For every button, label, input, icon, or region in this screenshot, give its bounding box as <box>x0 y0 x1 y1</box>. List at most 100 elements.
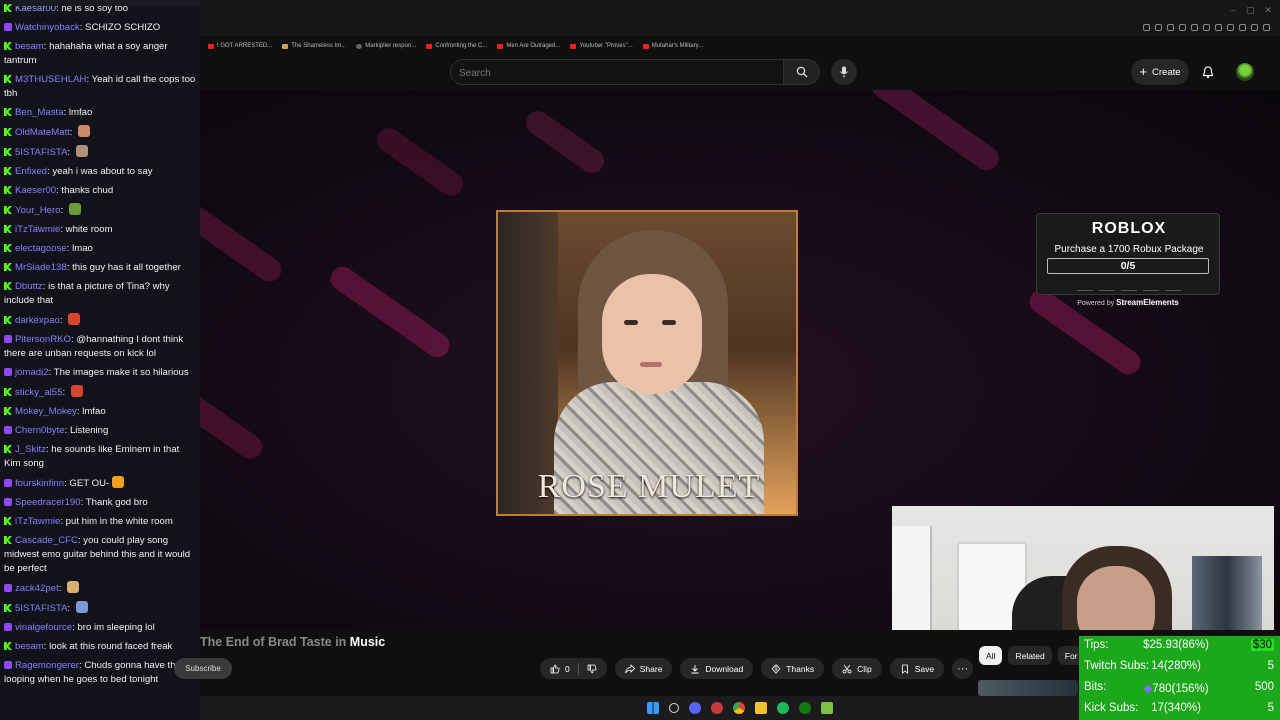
chat-username[interactable]: vinalgefource <box>15 622 72 633</box>
twitch-badge-icon <box>4 661 12 669</box>
chrome-icon[interactable] <box>733 702 745 714</box>
clip-button[interactable]: Clip <box>832 658 882 679</box>
thanks-button[interactable]: $ Thanks <box>761 658 825 679</box>
star-icon[interactable] <box>1215 24 1222 31</box>
account-avatar[interactable] <box>1236 63 1254 81</box>
app-green-icon[interactable] <box>821 702 833 714</box>
chat-username[interactable]: M3THUSEHLAH <box>15 74 86 85</box>
chip-related[interactable]: Related <box>1008 646 1052 665</box>
bookmark-item[interactable]: I GOT ARRESTED... <box>208 40 272 52</box>
video-player[interactable]: ROSE MULET ROBLOX Purchase a 1700 Robux … <box>200 90 1280 630</box>
chat-username[interactable]: Watchinyoback <box>15 22 80 33</box>
bell-icon <box>1202 65 1214 78</box>
bookmark-item[interactable]: Mutahar's Military... <box>642 40 703 52</box>
chat-username[interactable]: J_Skitz <box>15 444 46 455</box>
chat-username[interactable]: Ragemongerer <box>15 660 79 671</box>
chat-username[interactable]: besam <box>15 641 44 652</box>
chat-username[interactable]: Ben_Masta <box>15 107 64 118</box>
recommended-video-thumbnail[interactable] <box>978 680 1078 696</box>
chat-username[interactable]: iTzTawmie <box>15 516 60 527</box>
save-button[interactable]: Save <box>889 658 945 679</box>
chat-username[interactable]: OldMateMatt <box>15 127 70 138</box>
search-button[interactable] <box>784 59 820 85</box>
taskbar-search-icon[interactable] <box>669 703 679 713</box>
chat-username[interactable]: 5ISTAFISTA <box>15 147 67 158</box>
spotify-icon[interactable] <box>777 702 789 714</box>
notifications-button[interactable] <box>1199 63 1217 81</box>
more-options-button[interactable]: ··· <box>952 658 974 679</box>
puzzle-icon[interactable] <box>1239 24 1246 31</box>
share-button[interactable]: Share <box>614 658 673 679</box>
search-input[interactable] <box>459 64 759 82</box>
chat-username[interactable]: Mokey_Mokey <box>15 406 77 417</box>
menu-icon[interactable] <box>1263 24 1270 31</box>
chat-separator: : <box>69 127 76 138</box>
chat-username[interactable]: Enfixed <box>15 166 47 177</box>
chat-username[interactable]: iTzTawmie <box>15 224 60 235</box>
twitch-badge-icon <box>4 368 12 376</box>
zoom-icon[interactable] <box>1143 24 1150 31</box>
chat-username[interactable]: sticky_al55 <box>15 387 62 398</box>
kick-badge-icon <box>4 75 12 83</box>
app-red-icon[interactable] <box>711 702 723 714</box>
bookmark-item[interactable]: Markiplier respon... <box>356 40 416 52</box>
bookmark-item[interactable]: Youtuber "Proves"... <box>570 40 633 52</box>
chat-separator: : <box>62 387 68 398</box>
create-button[interactable]: + Create <box>1131 59 1189 85</box>
bookmark-item[interactable]: The Shameless Im... <box>282 40 346 52</box>
like-button[interactable]: 0 <box>540 658 607 679</box>
link-icon[interactable] <box>1191 24 1198 31</box>
chat-message: darkexpao: <box>0 311 200 331</box>
thumbs-up-icon <box>550 664 560 673</box>
chip-all[interactable]: All <box>979 646 1003 665</box>
play-icon[interactable] <box>1203 24 1210 31</box>
extension-icon[interactable] <box>1167 24 1174 31</box>
close-icon[interactable]: ✕ <box>1264 5 1272 16</box>
bookmark-item[interactable]: Confronting the C... <box>426 40 487 52</box>
zoom-out-icon[interactable] <box>1155 24 1162 31</box>
chat-username[interactable]: electagoose <box>15 243 67 254</box>
xbox-icon[interactable] <box>799 702 811 714</box>
chat-username[interactable]: PitersonRKO <box>15 334 71 345</box>
shield-icon[interactable] <box>1179 24 1186 31</box>
maximize-icon[interactable]: ▢ <box>1246 5 1255 16</box>
voice-search-button[interactable] <box>831 59 857 85</box>
tips-value: $25.93(86%) <box>1143 639 1209 651</box>
chat-username[interactable]: zack42pet <box>15 583 59 594</box>
twitch-badge-icon <box>4 479 12 487</box>
chat-username[interactable]: Chern0byte <box>15 425 65 436</box>
chat-username[interactable]: besam <box>15 41 44 52</box>
subscribe-button[interactable]: Subscribe <box>174 658 232 679</box>
cam-face <box>1077 566 1155 630</box>
sound-icon[interactable] <box>1227 24 1234 31</box>
thumbs-down-icon[interactable] <box>587 664 597 674</box>
folder-icon[interactable] <box>755 702 767 714</box>
bits-value: ◆780(156%) <box>1143 681 1208 695</box>
chat-username[interactable]: fourskinfinn <box>15 478 64 489</box>
chat-username[interactable]: 5ISTAFISTA <box>15 603 67 614</box>
chat-username[interactable]: darkexpao <box>15 315 60 326</box>
thanks-icon: $ <box>771 663 781 674</box>
chat-username[interactable]: Cascade_CFC <box>15 535 78 546</box>
robux-goal-widget: ROBLOX Purchase a 1700 Robux Package 0/5 <box>1036 213 1220 295</box>
chat-username[interactable]: Speedracer190 <box>15 497 81 508</box>
bits-value-text: 780(156%) <box>1152 683 1209 695</box>
bookmark-item[interactable]: Men Are Outraged... <box>497 40 560 52</box>
share-label: Share <box>639 663 663 674</box>
windows-start-icon[interactable] <box>647 702 659 714</box>
chat-message: Ben_Masta: lmfao <box>0 104 200 123</box>
chat-username[interactable]: Dbuttz <box>15 281 43 292</box>
chat-separator: : <box>58 583 65 594</box>
chat-username[interactable]: Kaeser00 <box>15 185 56 196</box>
discord-icon[interactable] <box>689 702 701 714</box>
bookmark-label: Markiplier respon... <box>365 43 417 49</box>
cam-window <box>892 526 932 630</box>
chat-username[interactable]: jomadi2 <box>15 367 49 378</box>
minimize-icon[interactable]: – <box>1231 5 1236 16</box>
download-button[interactable]: Download <box>680 658 754 679</box>
video-title-main: Music <box>349 635 386 649</box>
chat-username[interactable]: MrSlade138 <box>15 262 67 273</box>
download-icon[interactable] <box>1251 24 1258 31</box>
chat-username[interactable]: Your_Hero <box>15 205 61 216</box>
video-actions: 0 Share Download $ Thanks Clip Save ··· <box>540 658 974 679</box>
